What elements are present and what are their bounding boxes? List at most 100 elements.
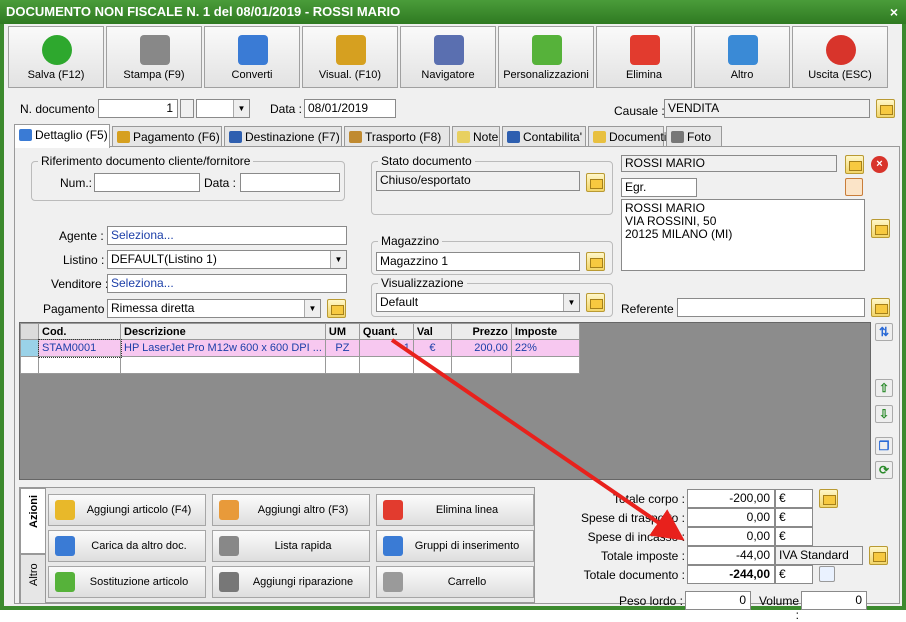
- ndoc-input[interactable]: 1: [98, 99, 178, 118]
- action-button-label: Carrello: [447, 576, 487, 588]
- ndoc-series-select[interactable]: ▼: [196, 99, 250, 118]
- visualizzazione-folder-icon[interactable]: [586, 293, 605, 312]
- col-quant[interactable]: Quant.: [358, 323, 414, 340]
- col-cod[interactable]: Cod.: [38, 323, 121, 340]
- magazzino-folder-icon[interactable]: [586, 252, 605, 271]
- salva-f12-button[interactable]: Salva (F12): [8, 26, 104, 88]
- gruppi-di-inserimento-button[interactable]: Gruppi di inserimento: [376, 530, 534, 562]
- cell-descrizione[interactable]: HP LaserJet Pro M12w 600 x 600 DPI ...: [120, 339, 326, 357]
- cliente-address-box[interactable]: ROSSI MARIO VIA ROSSINI, 50 20125 MILANO…: [621, 199, 865, 271]
- detail-grid[interactable]: Cod. Descrizione UM Quant. Val Prezzo Im…: [19, 322, 871, 480]
- spese-incasso-value[interactable]: 0,00: [687, 527, 775, 546]
- move-down-icon[interactable]: ⇩: [875, 405, 893, 423]
- listino-select[interactable]: DEFAULT(Listino 1) ▼: [107, 250, 347, 269]
- cliente-search-icon[interactable]: [845, 178, 863, 196]
- totale-documento-currency: €: [775, 565, 813, 584]
- volume-input[interactable]: 0: [801, 591, 867, 610]
- copy-row-icon[interactable]: ❐: [875, 437, 893, 455]
- peso-lordo-input[interactable]: 0: [685, 591, 751, 610]
- row-selector[interactable]: [20, 339, 39, 357]
- col-prezzo[interactable]: Prezzo: [450, 323, 512, 340]
- pagamento-folder-icon[interactable]: [327, 299, 346, 318]
- aggiungi-riparazione-button[interactable]: Aggiungi riparazione: [212, 566, 370, 598]
- altro-button[interactable]: Altro: [694, 26, 790, 88]
- tab-documenti[interactable]: Documenti: [588, 126, 666, 148]
- col-imposte[interactable]: Imposte: [510, 323, 580, 340]
- spese-trasporto-value[interactable]: 0,00: [687, 508, 775, 527]
- stampa-f9-button[interactable]: Stampa (F9): [106, 26, 202, 88]
- cell-quant[interactable]: -1: [358, 339, 414, 357]
- col-val[interactable]: Val: [412, 323, 452, 340]
- table-row[interactable]: STAM0001 HP LaserJet Pro M12w 600 x 600 …: [20, 338, 580, 358]
- aggiungi-altro-f3-button[interactable]: Aggiungi altro (F3): [212, 494, 370, 526]
- table-row-empty[interactable]: [20, 356, 580, 374]
- toolbar-button-label: Navigatore: [421, 69, 475, 81]
- visualizzazione-select[interactable]: Default ▼: [376, 293, 580, 312]
- address-folder-icon[interactable]: [871, 219, 890, 238]
- date-input[interactable]: 08/01/2019: [304, 99, 396, 118]
- causale-folder-icon[interactable]: [876, 99, 895, 118]
- visualizzazione-value: Default: [380, 295, 419, 309]
- tab-destinazione-f7[interactable]: Destinazione (F7): [224, 126, 342, 148]
- magazzino-input[interactable]: Magazzino 1: [376, 252, 580, 271]
- window-title: DOCUMENTO NON FISCALE N. 1 del 08/01/201…: [6, 4, 401, 19]
- totale-corpo-folder-icon[interactable]: [819, 489, 838, 508]
- tab-pagamento-f6[interactable]: Pagamento (F6): [112, 126, 222, 148]
- elimina-button[interactable]: Elimina: [596, 26, 692, 88]
- navigatore-button[interactable]: Navigatore: [400, 26, 496, 88]
- scroll-up-icon[interactable]: ⇅: [875, 323, 893, 341]
- iva-select[interactable]: IVA Standard: [775, 546, 863, 565]
- cell-imposte[interactable]: 22%: [510, 339, 580, 357]
- pagamento-select[interactable]: Rimessa diretta ▼: [107, 299, 321, 318]
- cell-um[interactable]: PZ: [324, 339, 360, 357]
- totale-documento-label: Totale documento :: [583, 568, 685, 582]
- ref-num-input[interactable]: [94, 173, 200, 192]
- cliente-folder-icon[interactable]: [845, 155, 864, 174]
- agente-select[interactable]: Seleziona...: [107, 226, 347, 245]
- cell-prezzo[interactable]: 200,00: [450, 339, 512, 357]
- tab-icon: [117, 131, 130, 143]
- toolbar-button-label: Personalizzazioni: [503, 69, 589, 81]
- referente-folder-icon[interactable]: [871, 298, 890, 317]
- delete-x-icon: [630, 35, 660, 65]
- check-icon: [42, 35, 72, 65]
- carrello-button[interactable]: Carrello: [376, 566, 534, 598]
- refresh-icon[interactable]: ⟳: [875, 461, 893, 479]
- personalizzazioni-button[interactable]: Personalizzazioni: [498, 26, 594, 88]
- lista-rapida-button[interactable]: Lista rapida: [212, 530, 370, 562]
- clear-cliente-icon[interactable]: ×: [871, 156, 888, 173]
- calculator-icon[interactable]: [819, 566, 835, 582]
- ndoc-suffix-button[interactable]: [180, 99, 194, 118]
- tab-trasporto-f8[interactable]: Trasporto (F8): [344, 126, 450, 148]
- stato-folder-icon[interactable]: [586, 173, 605, 192]
- iva-folder-icon[interactable]: [869, 546, 888, 565]
- tab-contabilita[interactable]: Contabilita': [502, 126, 586, 148]
- referente-input[interactable]: [677, 298, 865, 317]
- visual-f10-button[interactable]: Visual. (F10): [302, 26, 398, 88]
- stato-input[interactable]: Chiuso/esportato: [376, 171, 580, 191]
- tab-foto[interactable]: Foto: [666, 126, 722, 148]
- ref-date-input[interactable]: [240, 173, 340, 192]
- tab-dettaglio-f5[interactable]: Dettaglio (F5): [14, 124, 110, 148]
- cliente-title-input[interactable]: Egr.: [621, 178, 697, 197]
- converti-button[interactable]: Converti: [204, 26, 300, 88]
- venditore-select[interactable]: Seleziona...: [107, 274, 347, 293]
- tab-azioni[interactable]: Azioni: [20, 488, 46, 554]
- tab-note[interactable]: Note: [452, 126, 500, 148]
- sostituzione-articolo-button[interactable]: Sostituzione articolo: [48, 566, 206, 598]
- uscita-esc-button[interactable]: Uscita (ESC): [792, 26, 888, 88]
- col-descrizione[interactable]: Descrizione: [120, 323, 326, 340]
- elimina-linea-button[interactable]: Elimina linea: [376, 494, 534, 526]
- cell-cod[interactable]: STAM0001: [37, 338, 122, 358]
- cliente-name-input[interactable]: ROSSI MARIO: [621, 155, 837, 172]
- magnifier-icon: [728, 35, 758, 65]
- tab-altro[interactable]: Altro: [20, 554, 46, 604]
- causale-input[interactable]: VENDITA: [664, 99, 870, 118]
- cell-val[interactable]: €: [412, 339, 452, 357]
- col-um[interactable]: UM: [324, 323, 360, 340]
- carica-da-altro-doc-button[interactable]: Carica da altro doc.: [48, 530, 206, 562]
- close-icon[interactable]: ×: [890, 0, 898, 24]
- agente-label: Agente :: [59, 229, 104, 243]
- move-up-icon[interactable]: ⇧: [875, 379, 893, 397]
- aggiungi-articolo-f4-button[interactable]: Aggiungi articolo (F4): [48, 494, 206, 526]
